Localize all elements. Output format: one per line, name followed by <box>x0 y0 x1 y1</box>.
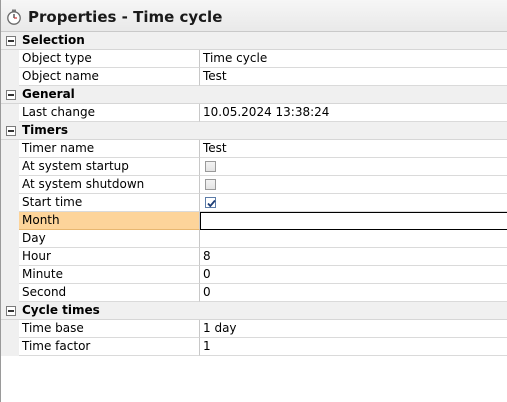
row-gutter <box>1 338 19 356</box>
row-gutter <box>1 248 19 266</box>
row-gutter <box>1 266 19 284</box>
property-row[interactable]: Second 0 <box>1 284 507 302</box>
property-name[interactable]: Object name <box>19 68 200 86</box>
property-value[interactable]: Test <box>200 140 507 158</box>
property-name[interactable]: Time factor <box>19 338 200 356</box>
property-row[interactable]: Minute 0 <box>1 266 507 284</box>
property-row[interactable]: Time base 1 day <box>1 320 507 338</box>
property-value[interactable]: Test <box>200 68 507 86</box>
property-name[interactable]: Hour <box>19 248 200 266</box>
row-gutter <box>1 230 19 248</box>
property-name[interactable]: Start time <box>19 194 200 212</box>
row-gutter <box>1 104 19 122</box>
property-row[interactable]: At system startup <box>1 158 507 176</box>
properties-panel: Properties - Time cycle Selection Object … <box>0 0 507 402</box>
property-name[interactable]: Month <box>19 212 200 230</box>
property-name[interactable]: Minute <box>19 266 200 284</box>
row-gutter <box>1 212 19 230</box>
property-value-checkbox[interactable] <box>200 176 507 194</box>
property-row[interactable]: Time factor 1 <box>1 338 507 356</box>
property-value[interactable]: Time cycle <box>200 50 507 68</box>
collapse-icon[interactable] <box>6 126 16 136</box>
category-label: Selection <box>22 33 85 47</box>
property-value-checkbox[interactable] <box>200 158 507 176</box>
property-name[interactable]: Time base <box>19 320 200 338</box>
collapse-icon[interactable] <box>6 90 16 100</box>
property-name[interactable]: Last change <box>19 104 200 122</box>
property-row[interactable]: Day <box>1 230 507 248</box>
property-row[interactable]: Start time <box>1 194 507 212</box>
panel-title: Properties - Time cycle <box>28 8 223 26</box>
property-name[interactable]: Day <box>19 230 200 248</box>
category-label: General <box>22 87 75 101</box>
property-value[interactable] <box>200 230 507 248</box>
property-name[interactable]: Second <box>19 284 200 302</box>
collapse-icon[interactable] <box>6 306 16 316</box>
property-name[interactable]: At system startup <box>19 158 200 176</box>
row-gutter <box>1 194 19 212</box>
property-row[interactable]: Timer name Test <box>1 140 507 158</box>
property-row[interactable]: Last change 10.05.2024 13:38:24 <box>1 104 507 122</box>
property-value[interactable]: 1 day <box>200 320 507 338</box>
category-label: Timers <box>22 123 69 137</box>
property-value[interactable]: 1 <box>200 338 507 356</box>
category-label: Cycle times <box>22 303 100 317</box>
category-row[interactable]: Selection <box>1 32 507 50</box>
row-gutter <box>1 320 19 338</box>
empty-grid-area <box>1 358 507 402</box>
row-gutter <box>1 140 19 158</box>
property-row[interactable]: Object name Test <box>1 68 507 86</box>
property-row[interactable]: At system shutdown <box>1 176 507 194</box>
checkbox-unchecked[interactable] <box>205 179 216 190</box>
property-name[interactable]: Object type <box>19 50 200 68</box>
stopwatch-icon <box>6 9 22 25</box>
title-bar: Properties - Time cycle <box>1 0 507 32</box>
category-row[interactable]: Cycle times <box>1 302 507 320</box>
property-value[interactable] <box>200 212 507 230</box>
row-gutter <box>1 176 19 194</box>
checkbox-checked[interactable] <box>205 197 216 208</box>
row-gutter <box>1 50 19 68</box>
collapse-icon[interactable] <box>6 36 16 46</box>
property-grid: Selection Object type Time cycle Object nam… <box>1 32 507 356</box>
row-gutter <box>1 158 19 176</box>
category-row[interactable]: General <box>1 86 507 104</box>
property-value[interactable]: 10.05.2024 13:38:24 <box>200 104 507 122</box>
property-row[interactable]: Object type Time cycle <box>1 50 507 68</box>
row-gutter <box>1 68 19 86</box>
property-name[interactable]: At system shutdown <box>19 176 200 194</box>
property-name[interactable]: Timer name <box>19 140 200 158</box>
category-row[interactable]: Timers <box>1 122 507 140</box>
property-value-checkbox[interactable] <box>200 194 507 212</box>
checkbox-unchecked[interactable] <box>205 161 216 172</box>
property-row[interactable]: Month <box>1 212 507 230</box>
property-value[interactable]: 0 <box>200 266 507 284</box>
property-row[interactable]: Hour 8 <box>1 248 507 266</box>
property-value[interactable]: 0 <box>200 284 507 302</box>
row-gutter <box>1 284 19 302</box>
property-value[interactable]: 8 <box>200 248 507 266</box>
